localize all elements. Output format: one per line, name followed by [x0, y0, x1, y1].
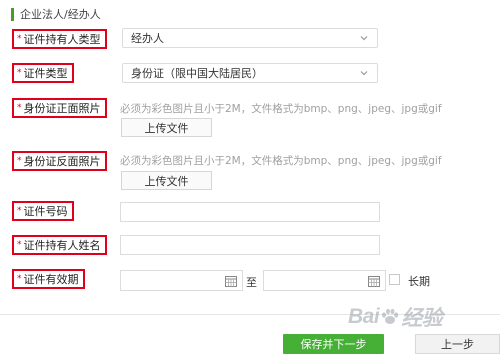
calendar-icon[interactable]: [225, 275, 237, 287]
watermark-text-left: Bai: [348, 305, 380, 328]
watermark-text-right: 经验: [401, 307, 443, 330]
long-term-checkbox[interactable]: [389, 274, 400, 285]
holder-name-input[interactable]: [120, 235, 380, 255]
holder-name-label: * 证件持有人姓名: [12, 235, 107, 255]
section-title: 企业法人/经办人: [20, 8, 101, 21]
long-term-label: 长期: [408, 275, 430, 288]
holder-type-value: 经办人: [131, 32, 164, 45]
id-type-select[interactable]: 身份证（限中国大陆居民）: [122, 63, 378, 83]
id-number-label-text: 证件号码: [23, 205, 68, 218]
footer-divider: [0, 314, 500, 315]
id-number-label: * 证件号码: [12, 201, 74, 221]
id-front-hint: 必须为彩色图片且小于2M，文件格式为bmp、png、jpeg、jpg或gif: [120, 103, 442, 115]
save-next-button[interactable]: 保存并下一步: [283, 334, 384, 354]
holder-type-label: * 证件持有人类型: [12, 29, 107, 49]
id-back-label: * 身份证反面照片: [12, 151, 107, 171]
required-mark: *: [17, 156, 22, 166]
section-accent-bar: [11, 7, 14, 21]
upload-back-button[interactable]: 上传文件: [121, 171, 212, 190]
upload-front-button[interactable]: 上传文件: [121, 118, 212, 137]
date-range-separator: 至: [246, 276, 257, 289]
calendar-icon[interactable]: [368, 275, 380, 287]
validity-end-input[interactable]: [263, 270, 386, 291]
id-front-label-text: 身份证正面照片: [23, 102, 101, 115]
id-number-input[interactable]: [120, 202, 380, 222]
watermark-logo: Bai 经验: [348, 300, 488, 334]
id-back-label-text: 身份证反面照片: [23, 155, 101, 168]
required-mark: *: [17, 274, 22, 284]
id-front-label: * 身份证正面照片: [12, 98, 107, 118]
chevron-down-icon: [360, 71, 368, 76]
holder-type-select[interactable]: 经办人: [122, 28, 378, 48]
id-back-hint: 必须为彩色图片且小于2M，文件格式为bmp、png、jpeg、jpg或gif: [120, 155, 442, 167]
id-type-label-text: 证件类型: [23, 67, 68, 80]
id-type-value: 身份证（限中国大陆居民）: [131, 67, 263, 80]
section-header: 企业法人/经办人: [11, 7, 101, 21]
validity-start-input[interactable]: [120, 270, 243, 291]
chevron-down-icon: [360, 36, 368, 41]
required-mark: *: [17, 240, 22, 250]
validity-label: * 证件有效期: [12, 269, 85, 289]
required-mark: *: [17, 34, 22, 44]
required-mark: *: [17, 68, 22, 78]
validity-label-text: 证件有效期: [23, 273, 79, 286]
paw-icon: [382, 308, 399, 324]
required-mark: *: [17, 206, 22, 216]
holder-name-label-text: 证件持有人姓名: [23, 239, 101, 252]
holder-type-label-text: 证件持有人类型: [23, 33, 101, 46]
required-mark: *: [17, 103, 22, 113]
id-type-label: * 证件类型: [12, 63, 74, 83]
prev-step-button[interactable]: 上一步: [415, 334, 500, 354]
